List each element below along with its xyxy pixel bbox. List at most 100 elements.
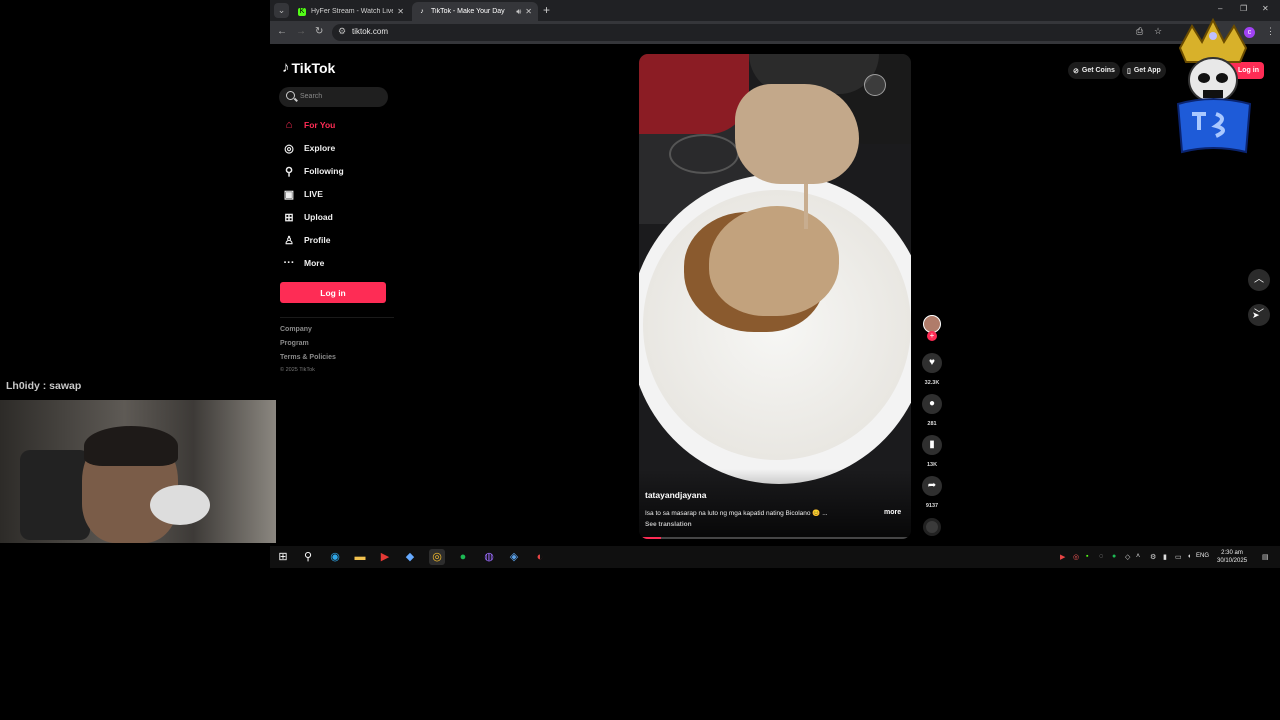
sidebar-item-explore[interactable]: ◎ Explore — [282, 140, 335, 156]
tray-app2-icon[interactable]: ◌ — [1099, 553, 1103, 560]
save-count: 13K — [926, 462, 938, 468]
search-input[interactable]: Search — [279, 87, 388, 107]
new-tab-button[interactable]: + — [543, 3, 550, 17]
logo-text: TikTok — [291, 59, 336, 76]
login-button[interactable]: Log in — [280, 282, 386, 303]
network-icon[interactable]: ▭ — [1175, 553, 1182, 561]
url-text: tiktok.com — [352, 27, 389, 36]
tab-hyfer-stream[interactable]: K HyFer Stream - Watch Live on | ✕ — [292, 2, 410, 21]
phone-icon: ▯ — [1127, 67, 1131, 75]
file-explorer-icon[interactable]: ▬ — [352, 549, 368, 565]
see-translation-link[interactable]: See translation — [645, 521, 692, 528]
comment-count: 281 — [927, 421, 937, 427]
close-tab-icon[interactable]: ✕ — [397, 7, 404, 16]
stream-chat-message: Lh0idy : sawap — [6, 380, 82, 392]
footer-link-company[interactable]: Company — [280, 326, 312, 333]
tray-chevron-icon[interactable]: ˄ — [1136, 553, 1140, 560]
sidebar-item-more[interactable]: ··· More — [282, 255, 325, 271]
tab-tiktok[interactable]: ♪ TikTok - Make Your Day 🔊︎ ✕ — [412, 2, 538, 21]
tiktok-logo[interactable]: ♪ TikTok — [282, 59, 335, 76]
minimize-icon[interactable]: – — [1218, 4, 1222, 13]
input-language[interactable]: ENG — [1196, 553, 1209, 559]
get-app-label: Get App — [1133, 67, 1161, 74]
notifications-icon[interactable]: ▤ — [1262, 553, 1269, 561]
compass-icon: ◎ — [284, 142, 294, 155]
media-player-icon[interactable]: ▶ — [377, 549, 393, 565]
browser-menu-icon[interactable]: ⋮ — [1266, 26, 1275, 37]
back-icon[interactable]: ← — [277, 26, 287, 37]
previous-video-chevron-up-icon[interactable]: ︿ — [1248, 269, 1270, 291]
sidebar-item-label: LIVE — [304, 189, 323, 199]
bookmark-icon[interactable]: ▮ — [922, 435, 942, 455]
video-player[interactable]: tatayandjayana Isa to sa masarap na luto… — [639, 54, 911, 539]
tray-app-icon[interactable]: ◎ — [1073, 553, 1079, 561]
video-username[interactable]: tatayandjayana — [645, 490, 706, 500]
video-frame-sauce — [735, 84, 859, 184]
sidebar-item-profile[interactable]: ♙ Profile — [282, 232, 330, 248]
taskbar-clock[interactable]: 2:30 am 30/10/2025 — [1217, 549, 1247, 565]
bookmark-star-icon[interactable]: ☆ — [1154, 26, 1162, 37]
tray-youtube-icon[interactable]: ▶ — [1060, 553, 1065, 561]
tab-strip: ⌄ K HyFer Stream - Watch Live on | ✕ ♪ T… — [270, 0, 1280, 21]
like-heart-icon[interactable]: ♥ — [922, 353, 942, 373]
spotify-icon[interactable]: ● — [455, 549, 471, 565]
get-app-button[interactable]: ▯ Get App — [1122, 62, 1166, 79]
install-app-icon[interactable]: ⎙ — [1136, 26, 1143, 37]
like-count: 32.3K — [924, 380, 940, 386]
address-bar[interactable]: ⚙︎ tiktok.com — [332, 24, 1220, 41]
comment-icon[interactable]: ● — [922, 394, 942, 414]
live-icon: ▣ — [283, 188, 295, 201]
sidebar-item-label: For You — [304, 120, 336, 130]
tray-app4-icon[interactable]: ⚙ — [1150, 553, 1156, 561]
edge-icon[interactable]: ◉ — [327, 549, 343, 565]
sidebar-item-label: Upload — [304, 212, 333, 222]
video-frame-pan — [639, 54, 749, 134]
music-disc-icon[interactable] — [923, 518, 941, 536]
windows-taskbar: ⊞ ⚲ ◉ ▬ ▶ ◆ ◎ ● ◍ ◈ ◐ ▶ ◎ ▪ ◌ ● ◇ ˄ ⚙ ▮ … — [270, 546, 1280, 568]
speaker-icon[interactable]: 🔊︎ — [516, 7, 521, 17]
browser-toolbar: ← → ↻ ⚙︎ tiktok.com ⎙ ☆ c ⋮ — [270, 21, 1280, 44]
tray-spotify-icon[interactable]: ● — [1112, 553, 1116, 560]
profile-icon: ♙ — [284, 234, 294, 247]
home-icon: ⌂ — [285, 119, 293, 131]
get-coins-label: Get Coins — [1081, 67, 1115, 74]
taskbar-search-icon[interactable]: ⚲ — [300, 549, 316, 565]
footer-link-program[interactable]: Program — [280, 340, 309, 347]
restore-icon[interactable]: ❐ — [1240, 4, 1247, 13]
forward-icon[interactable]: → — [296, 26, 306, 37]
sidebar-item-upload[interactable]: ⊞ Upload — [282, 209, 333, 225]
chrome-icon[interactable]: ◎ — [429, 549, 445, 565]
share-arrow-icon[interactable]: ➦ — [922, 476, 942, 496]
caption-more-button[interactable]: more — [884, 509, 901, 516]
get-coins-button[interactable]: ⊘ Get Coins — [1068, 62, 1120, 79]
video-progress-bar[interactable] — [639, 537, 911, 539]
share-count: 9137 — [925, 503, 939, 509]
recording-app-icon[interactable]: ◐ — [532, 549, 548, 565]
obs-icon[interactable]: ◍ — [481, 549, 497, 565]
webcam-microphone — [150, 485, 210, 525]
search-placeholder: Search — [300, 93, 323, 100]
kick-icon: K — [298, 7, 306, 16]
sidebar-item-following[interactable]: ⚲ Following — [282, 163, 344, 179]
sidebar-item-label: More — [304, 258, 325, 268]
reload-icon[interactable]: ↻ — [315, 26, 323, 37]
microphone-icon[interactable]: ▮ — [1163, 553, 1167, 561]
screen: ⌄ K HyFer Stream - Watch Live on | ✕ ♪ T… — [0, 0, 1280, 720]
tray-kick-icon[interactable]: ▪ — [1086, 553, 1088, 560]
volume-icon[interactable]: ◖ — [1187, 553, 1191, 560]
steam-icon[interactable]: ◆ — [402, 549, 418, 565]
site-info-icon[interactable]: ⚙︎ — [338, 26, 346, 37]
tab-search-dropdown-icon[interactable]: ⌄ — [274, 3, 289, 18]
close-window-icon[interactable]: ✕ — [1262, 4, 1269, 13]
windows-start-icon[interactable]: ⊞ — [275, 549, 291, 565]
app-icon[interactable]: ◈ — [506, 549, 522, 565]
footer-link-terms[interactable]: Terms & Policies — [280, 354, 336, 361]
mouse-cursor-icon: ➤ — [1252, 310, 1260, 320]
more-icon: ··· — [283, 257, 295, 269]
follow-plus-icon[interactable]: + — [927, 331, 937, 341]
tray-app3-icon[interactable]: ◇ — [1125, 553, 1130, 561]
sidebar-item-for-you[interactable]: ⌂ For You — [282, 117, 336, 133]
video-caption: Isa to sa masarap na luto ng mga kapatid… — [645, 510, 828, 517]
sidebar-item-live[interactable]: ▣ LIVE — [282, 186, 323, 202]
close-tab-icon[interactable]: ✕ — [525, 7, 532, 16]
